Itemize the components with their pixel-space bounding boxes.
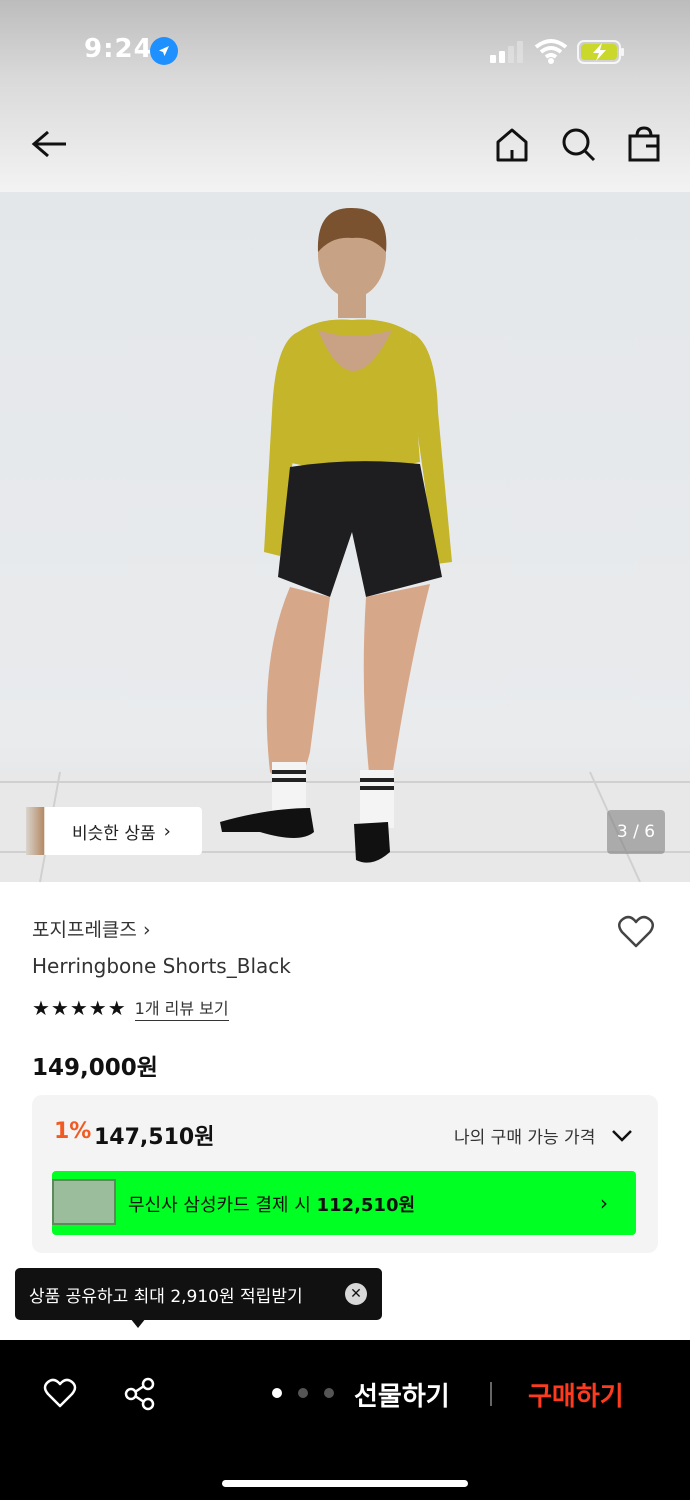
tooltip-text: 상품 공유하고 최대 2,910원 적립받기 [29,1286,303,1307]
image-page-indicator: 3 / 6 [607,810,665,854]
product-name: Herringbone Shorts_Black [32,954,291,978]
benefit-price-box: 1% 147,510원 나의 구매 가능 가격 무신사 삼성카드 결제 시 11… [32,1095,658,1253]
cellular-signal-icon [490,41,523,63]
similar-products-label: 비슷한 상품 [72,823,156,844]
back-arrow-icon[interactable] [26,122,70,166]
shopping-bag-icon[interactable] [622,122,666,166]
divider [490,1382,492,1406]
similar-products-button[interactable]: 비슷한 상품 › [26,807,202,855]
dot [298,1388,308,1398]
close-icon[interactable]: ✕ [345,1283,367,1305]
share-icon[interactable] [122,1376,158,1412]
chevron-right-icon: › [142,919,151,941]
similar-product-thumbnail [26,807,56,855]
dot [324,1388,334,1398]
home-indicator [222,1480,468,1487]
buy-button[interactable]: 구매하기 [528,1376,624,1413]
card-promo-banner[interactable]: 무신사 삼성카드 결제 시 112,510원 › [52,1171,636,1235]
home-icon[interactable] [490,122,534,166]
tooltip-pointer [130,1318,146,1328]
gift-button[interactable]: 선물하기 [354,1376,450,1413]
rating-row: ★★★★★ 1개 리뷰 보기 [32,995,229,1021]
model-figure [0,207,690,882]
chevron-down-icon[interactable] [610,1125,634,1145]
review-link[interactable]: 1개 리뷰 보기 [134,995,229,1021]
dot-active [272,1388,282,1398]
card-promo-price: 112,510원 [316,1195,416,1216]
card-image [52,1179,116,1225]
search-icon[interactable] [556,122,600,166]
share-reward-tooltip: 상품 공유하고 최대 2,910원 적립받기 ✕ [15,1268,382,1320]
wishlist-heart-icon[interactable] [614,910,658,954]
like-heart-icon[interactable] [42,1376,78,1410]
discount-rate: 1% [54,1119,92,1144]
product-price: 149,000원 [32,1055,158,1081]
top-header-area: 9:24 [0,0,690,192]
my-price-toggle[interactable]: 나의 구매 가능 가격 [454,1123,595,1148]
chevron-right-icon: › [163,820,171,842]
brand-name: 포지프레클즈 [32,919,137,941]
battery-charging-icon [577,40,624,64]
card-promo-text: 무신사 삼성카드 결제 시 112,510원 [128,1195,416,1216]
status-time: 9:24 [84,34,153,64]
product-image[interactable] [0,192,690,882]
location-arrow-icon [150,37,178,65]
discount-price: 147,510원 [94,1125,215,1150]
chevron-right-icon: › [600,1191,608,1215]
bottom-action-bar: 선물하기 구매하기 [0,1340,690,1500]
carousel-dots [272,1388,350,1398]
wifi-icon [534,39,568,64]
brand-link[interactable]: 포지프레클즈 › [32,915,151,942]
star-rating: ★★★★★ [32,996,127,1020]
